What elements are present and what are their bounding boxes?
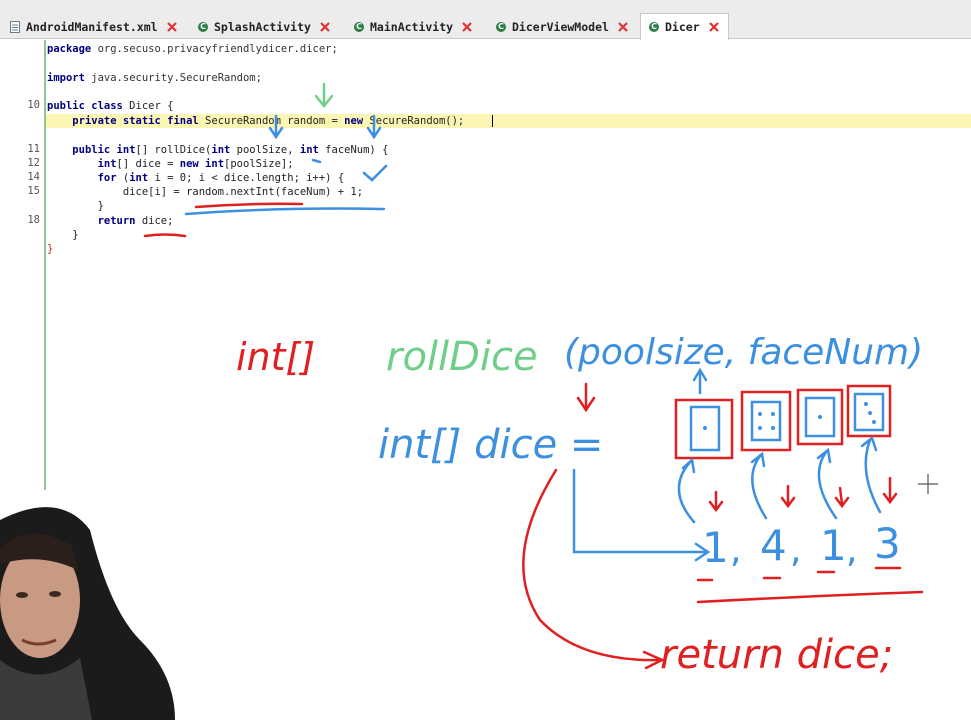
- hand-return-dice: return dice;: [660, 632, 893, 678]
- tab-splashactivity[interactable]: C SplashActivity: [198, 14, 331, 39]
- dice-value: 1: [702, 523, 729, 572]
- red-underline: [696, 566, 924, 604]
- hand-dice-decl: int[] dice =: [378, 422, 603, 468]
- blue-curved-arrow-icon: [677, 435, 882, 524]
- tab-mainactivity[interactable]: C MainActivity: [354, 14, 473, 39]
- tab-label: DicerViewModel: [512, 19, 609, 34]
- red-underline: [143, 233, 187, 238]
- dice-value: 4: [760, 521, 787, 570]
- code-line-class-decl[interactable]: public class Dicer {: [47, 99, 173, 113]
- dice-boxes: [674, 384, 892, 460]
- dice-values: 1 , 4 , 1 , 3: [702, 519, 901, 572]
- red-underline: [194, 202, 304, 209]
- tab-label: Dicer: [665, 20, 700, 34]
- code-line-import[interactable]: import java.security.SecureRandom;: [47, 71, 262, 85]
- hand-params: (poolsize, faceNum): [564, 332, 923, 373]
- webcam-overlay: [0, 490, 175, 720]
- red-curved-arrow-icon: [522, 468, 665, 670]
- text-caret: [492, 115, 493, 127]
- line-number: 15: [27, 185, 40, 197]
- editor-tab-bar: AndroidManifest.xml C SplashActivity C M…: [0, 0, 971, 40]
- line-number: 11: [27, 143, 40, 155]
- close-tab-icon[interactable]: [617, 21, 629, 33]
- dice-value: 1: [820, 521, 847, 570]
- line-number: 14: [27, 171, 40, 183]
- tab-label: MainActivity: [370, 19, 454, 34]
- close-tab-icon[interactable]: [166, 21, 178, 33]
- hand-rolldice: rollDice: [386, 334, 538, 380]
- class-icon: C: [649, 22, 659, 32]
- tab-dicer[interactable]: C Dicer: [640, 13, 729, 40]
- code-line-for[interactable]: for (int i = 0; i < dice.length; i++) {: [47, 171, 345, 185]
- comma-glyph: ,: [846, 530, 857, 571]
- hand-int-array: int[]: [236, 335, 315, 379]
- comma-glyph: ,: [730, 530, 741, 571]
- dice-value: 3: [874, 519, 901, 568]
- crosshair-cursor-icon: [918, 474, 938, 494]
- tab-dicerviewmodel[interactable]: C DicerViewModel: [496, 14, 629, 39]
- code-line-array[interactable]: int[] dice = new int[poolSize];: [47, 157, 294, 171]
- tab-label: AndroidManifest.xml: [26, 19, 158, 34]
- die-box: [796, 388, 844, 446]
- code-line-assign[interactable]: dice[i] = random.nextInt(faceNum) + 1;: [47, 185, 363, 199]
- die-box: [846, 384, 892, 438]
- red-arrow-icon: [576, 382, 596, 413]
- line-number: 10: [27, 99, 40, 111]
- red-arrow-icon: [708, 476, 898, 513]
- blue-arrow-icon: [692, 367, 708, 395]
- code-line-return[interactable]: return dice;: [47, 214, 174, 228]
- close-tab-icon[interactable]: [461, 21, 473, 33]
- code-line-close-for[interactable]: }: [47, 199, 104, 213]
- code-line-close-method[interactable]: }: [47, 228, 78, 242]
- tab-androidmanifest[interactable]: AndroidManifest.xml: [10, 14, 178, 39]
- code-line-method-decl[interactable]: public int[] rollDice(int poolSize, int …: [47, 143, 388, 157]
- class-icon: C: [198, 21, 208, 32]
- blue-underline: [184, 207, 386, 216]
- tab-label: SplashActivity: [214, 19, 311, 34]
- code-line-close-class[interactable]: }: [47, 242, 53, 256]
- comma-glyph: ,: [790, 530, 801, 571]
- close-tab-icon[interactable]: [708, 21, 720, 33]
- die-box: [674, 398, 734, 460]
- green-arrow-icon: [314, 82, 334, 109]
- blue-arrow-icon: [572, 468, 711, 562]
- xml-file-icon: [10, 20, 20, 33]
- line-number: 18: [27, 214, 40, 226]
- code-line-field[interactable]: private static final SecureRandom random…: [47, 114, 464, 128]
- close-tab-icon[interactable]: [319, 21, 331, 33]
- class-icon: C: [354, 21, 364, 32]
- class-icon: C: [496, 21, 506, 32]
- die-box: [740, 390, 792, 452]
- line-number: 12: [27, 157, 40, 169]
- code-line-package[interactable]: package org.secuso.privacyfriendlydicer.…: [47, 42, 338, 56]
